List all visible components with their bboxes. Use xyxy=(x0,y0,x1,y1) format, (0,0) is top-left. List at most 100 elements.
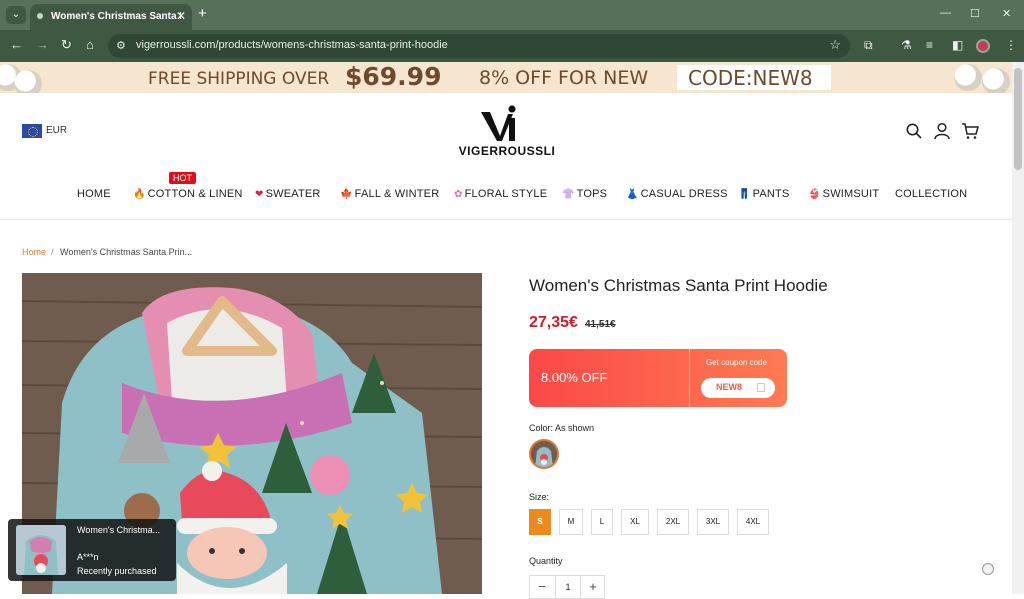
quantity-stepper: − 1 + xyxy=(529,575,605,599)
profile-icon[interactable] xyxy=(976,39,990,53)
copy-icon[interactable] xyxy=(757,383,765,392)
recent-purchase-toast[interactable]: Women's Christma... A***n Recently purch… xyxy=(8,519,176,581)
flag-icon xyxy=(22,124,42,138)
cotton-decoration xyxy=(982,68,1010,93)
size-option-l[interactable]: L xyxy=(591,509,613,535)
quantity-decrease-button[interactable]: − xyxy=(530,579,554,594)
size-option-2xl[interactable]: 2XL xyxy=(657,509,689,535)
menu-item-floral-style[interactable]: ✿ FLORAL STYLE xyxy=(454,188,547,200)
menu-item-swimsuit[interactable]: 👙 SWIMSUIT xyxy=(808,188,879,200)
breadcrumb-separator: / xyxy=(51,247,54,257)
promo-banner[interactable]: FREE SHIPPING OVER $69.99 8% OFF FOR NEW… xyxy=(0,62,1012,93)
logo-mark[interactable] xyxy=(480,104,520,142)
size-option-s[interactable]: S xyxy=(529,509,551,535)
menu-item-pants[interactable]: 👖 PANTS xyxy=(738,188,790,200)
shirt-icon: 👚 xyxy=(562,189,575,200)
toast-buyer: A***n xyxy=(77,552,99,562)
menu-item-label: CASUAL DRESS xyxy=(640,188,728,200)
reload-icon[interactable]: ↻ xyxy=(61,37,72,53)
forward-icon[interactable]: → xyxy=(36,37,49,52)
banner-amount: $69.99 xyxy=(345,62,442,91)
banner-code: CODE:NEW8 xyxy=(688,66,813,90)
banner-shipping-text: FREE SHIPPING OVER xyxy=(148,69,330,89)
swimsuit-icon: 👙 xyxy=(808,189,821,200)
maple-leaf-icon: 🍁 xyxy=(340,189,353,200)
size-option-4xl[interactable]: 4XL xyxy=(737,509,769,535)
tab-title: Women's Christmas Santa Prin xyxy=(51,11,181,22)
quantity-increase-button[interactable]: + xyxy=(581,579,605,594)
heart-icon: ❤ xyxy=(255,189,264,200)
coupon-divider xyxy=(689,349,690,407)
cart-icon[interactable] xyxy=(961,122,979,140)
banner-discount-text: 8% OFF FOR NEW xyxy=(479,67,649,89)
size-option-3xl[interactable]: 3XL xyxy=(697,509,729,535)
product-price: 27,35€ xyxy=(529,314,578,331)
window-close-icon[interactable]: ✕ xyxy=(1002,7,1011,20)
search-icon[interactable] xyxy=(905,122,923,140)
coupon-code-button[interactable]: NEW8 xyxy=(701,378,775,398)
account-icon[interactable] xyxy=(933,122,951,140)
close-icon[interactable]: ✕ xyxy=(176,9,186,23)
coupon-discount: 8.00% OFF xyxy=(541,370,608,385)
menu-item-sweater[interactable]: ❤ SWEATER xyxy=(255,188,321,200)
flame-icon: 🔥 xyxy=(133,189,146,200)
jeans-icon: 👖 xyxy=(738,189,751,200)
menu-item-collection[interactable]: COLLECTION xyxy=(895,188,967,200)
address-bar[interactable]: ⚙ vigerroussli.com/products/womens-chris… xyxy=(108,34,850,58)
size-option-xl[interactable]: XL xyxy=(621,509,649,535)
side-panel-icon[interactable]: ◧ xyxy=(952,38,963,52)
star-icon[interactable]: ☆ xyxy=(829,37,841,53)
flower-icon: ✿ xyxy=(454,189,463,200)
back-icon[interactable]: ← xyxy=(10,37,23,52)
breadcrumb-current: Women's Christmas Santa Prin... xyxy=(60,247,193,257)
size-label: Size: xyxy=(529,492,550,502)
breadcrumb-home[interactable]: Home xyxy=(22,247,46,257)
toast-thumbnail-image xyxy=(16,525,66,575)
page-scrollbar[interactable] xyxy=(1012,62,1024,594)
menu-item-label: TOPS xyxy=(576,188,608,200)
menu-item-tops[interactable]: 👚 TOPS xyxy=(562,188,607,200)
more-icon[interactable]: ⋮ xyxy=(1005,38,1017,52)
menu-item-label: FLORAL STYLE xyxy=(464,188,548,200)
size-option-m[interactable]: M xyxy=(559,509,583,535)
hot-badge: HOT xyxy=(169,172,196,184)
browser-toolbar: ← → ↻ ⌂ ⚙ vigerroussli.com/products/wome… xyxy=(0,30,1024,62)
cotton-decoration xyxy=(14,70,42,93)
color-label: Color: As shown xyxy=(529,423,595,433)
media-icon[interactable]: ≡ xyxy=(926,38,933,52)
browser-tab-bar: ⌄ Women's Christmas Santa Prin ✕ + — ☐ ✕ xyxy=(0,0,1024,30)
favicon-icon xyxy=(37,13,43,19)
main-menu: HOME 🔥 COTTON & LINEN ❤ SWEATER 🍁 FALL & WI… xyxy=(0,184,1012,206)
scrollbar-thumb[interactable] xyxy=(1014,68,1022,170)
coupon-get-label: Get coupon code xyxy=(706,358,767,367)
toast-product-name: Women's Christma... xyxy=(77,525,161,535)
menu-item-label: PANTS xyxy=(752,188,790,200)
labs-icon[interactable]: ⚗ xyxy=(901,38,912,52)
new-tab-icon[interactable]: + xyxy=(198,5,207,22)
product-old-price: 41,51€ xyxy=(585,319,616,330)
chat-widget-icon[interactable] xyxy=(982,563,994,575)
menu-item-fall-winter[interactable]: 🍁 FALL & WINTER xyxy=(340,188,439,200)
menu-item-cotton-linen[interactable]: 🔥 COTTON & LINEN xyxy=(133,188,243,200)
menu-item-label: HOME xyxy=(77,188,111,200)
quantity-input[interactable]: 1 xyxy=(555,576,581,598)
color-swatch-as-shown[interactable] xyxy=(529,439,559,469)
active-tab[interactable]: Women's Christmas Santa Prin ✕ xyxy=(30,4,192,30)
maximize-icon[interactable]: ☐ xyxy=(970,7,980,20)
menu-item-home[interactable]: HOME xyxy=(77,188,111,200)
tab-list-icon[interactable]: ⌄ xyxy=(6,6,26,24)
menu-item-label: FALL & WINTER xyxy=(354,188,440,200)
minimize-icon[interactable]: — xyxy=(940,7,951,19)
product-title: Women's Christmas Santa Print Hoodie xyxy=(529,276,828,295)
menu-item-label: SWEATER xyxy=(265,188,321,200)
menu-item-label: COTTON & LINEN xyxy=(147,188,243,200)
cotton-decoration xyxy=(954,64,982,91)
dress-icon: 👗 xyxy=(626,189,639,200)
extensions-icon[interactable]: ⧉ xyxy=(864,38,873,53)
toast-product-thumbnail xyxy=(16,525,66,575)
logo-text[interactable]: VIGERROUSSLI xyxy=(455,144,559,158)
home-icon[interactable]: ⌂ xyxy=(86,37,94,52)
site-info-icon[interactable]: ⚙ xyxy=(116,39,126,52)
header-divider xyxy=(0,219,1012,220)
menu-item-casual-dress[interactable]: 👗 CASUAL DRESS xyxy=(626,188,728,200)
